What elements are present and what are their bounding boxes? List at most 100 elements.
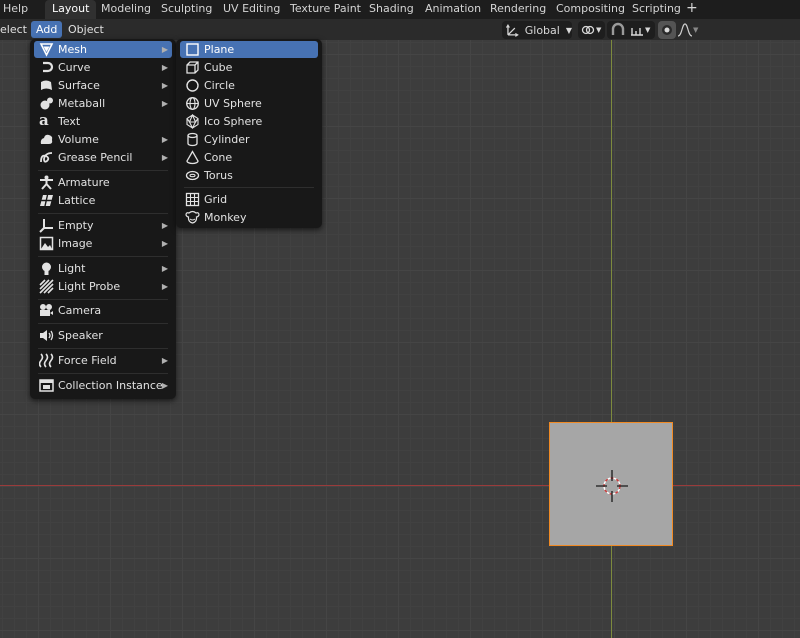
- menu-item-grid[interactable]: Grid: [180, 191, 318, 208]
- add-workspace-button[interactable]: +: [686, 0, 698, 19]
- tab-shading[interactable]: Shading: [362, 0, 421, 19]
- menu-item-light[interactable]: Light ▶: [34, 260, 172, 277]
- menu-separator: [184, 187, 314, 188]
- menu-item-armature[interactable]: Armature: [34, 174, 172, 191]
- speaker-icon: [40, 330, 54, 341]
- plane-icon: [186, 43, 199, 56]
- menu-item-text[interactable]: a Text: [34, 113, 172, 130]
- submenu-arrow-icon: ▶: [161, 81, 168, 90]
- grease-pencil-icon: [40, 152, 53, 163]
- falloff-dropdown[interactable]: ▼: [677, 21, 701, 39]
- chevron-down-icon: ▼: [596, 26, 602, 34]
- submenu-arrow-icon: ▶: [161, 63, 168, 72]
- menu-item-volume[interactable]: Volume ▶: [34, 131, 172, 148]
- light-probe-icon: [39, 279, 54, 294]
- circle-icon: [186, 79, 199, 92]
- menu-item-surface[interactable]: Surface ▶: [34, 77, 172, 94]
- cone-icon: [186, 150, 199, 165]
- submenu-arrow-icon: ▶: [161, 221, 168, 230]
- menu-item-force-field[interactable]: Force Field ▶: [34, 352, 172, 369]
- submenu-arrow-icon: ▶: [161, 45, 168, 54]
- orientation-icon: [506, 24, 519, 37]
- y-axis-line: [611, 40, 612, 638]
- proportional-editing-icon: [662, 25, 672, 35]
- chevron-down-icon: ▼: [645, 26, 651, 34]
- tab-layout[interactable]: Layout: [45, 0, 97, 19]
- force-field-icon: [39, 353, 54, 368]
- help-menu[interactable]: Help: [3, 0, 28, 19]
- camera-icon: [40, 304, 53, 316]
- tab-sculpting[interactable]: Sculpting: [154, 0, 219, 19]
- tab-modeling[interactable]: Modeling: [94, 0, 158, 19]
- menu-item-uv-sphere[interactable]: UV Sphere: [180, 95, 318, 112]
- menu-item-mesh[interactable]: Mesh ▶: [34, 41, 172, 58]
- menu-item-torus[interactable]: Torus: [180, 167, 318, 184]
- lattice-icon: [40, 194, 53, 207]
- select-menu[interactable]: elect: [0, 21, 32, 38]
- menu-item-cube[interactable]: Cube: [180, 59, 318, 76]
- menu-separator: [38, 373, 168, 374]
- submenu-arrow-icon: ▶: [161, 99, 168, 108]
- menu-separator: [38, 323, 168, 324]
- menu-item-plane[interactable]: Plane: [180, 41, 318, 58]
- orientation-label: Global: [524, 23, 560, 37]
- mesh-icon: [39, 43, 54, 57]
- empty-icon: [39, 219, 53, 233]
- mesh-submenu-panel: Plane Cube Circle UV Sphere Ico Sphere C…: [176, 39, 322, 228]
- submenu-arrow-icon: ▶: [161, 282, 168, 291]
- submenu-arrow-icon: ▶: [161, 381, 168, 390]
- menu-item-collection-instance[interactable]: Collection Instance ▶: [34, 377, 172, 394]
- menu-item-camera[interactable]: Camera: [34, 302, 172, 319]
- menu-item-monkey[interactable]: Monkey: [180, 209, 318, 226]
- menu-separator: [38, 348, 168, 349]
- light-bulb-icon: [42, 262, 51, 275]
- menu-item-cylinder[interactable]: Cylinder: [180, 131, 318, 148]
- surface-icon: [41, 80, 52, 90]
- menu-separator: [38, 256, 168, 257]
- menu-item-empty[interactable]: Empty ▶: [34, 217, 172, 234]
- menu-item-curve[interactable]: Curve ▶: [34, 59, 172, 76]
- submenu-arrow-icon: ▶: [161, 356, 168, 365]
- menu-separator: [38, 213, 168, 214]
- tab-uv-editing[interactable]: UV Editing: [216, 0, 287, 19]
- menu-item-ico-sphere[interactable]: Ico Sphere: [180, 113, 318, 130]
- snapping-widget[interactable]: ▼: [607, 21, 655, 39]
- menu-item-grease-pencil[interactable]: Grease Pencil ▶: [34, 149, 172, 166]
- snap-increment-icon: [631, 28, 643, 36]
- menu-item-light-probe[interactable]: Light Probe ▶: [34, 278, 172, 295]
- menu-item-cone[interactable]: Cone: [180, 149, 318, 166]
- submenu-arrow-icon: ▶: [161, 239, 168, 248]
- tab-rendering[interactable]: Rendering: [483, 0, 553, 19]
- menu-separator: [38, 170, 168, 171]
- add-menu-panel: Mesh ▶ Curve ▶ Surface ▶ Metaball ▶ a Te…: [30, 39, 176, 399]
- menu-item-circle[interactable]: Circle: [180, 77, 318, 94]
- grid-icon: [185, 192, 200, 207]
- text-icon: a: [39, 111, 49, 129]
- falloff-curve-icon: [677, 23, 693, 37]
- proportional-editing-toggle[interactable]: [658, 21, 676, 39]
- menu-item-image[interactable]: Image ▶: [34, 235, 172, 252]
- tab-animation[interactable]: Animation: [418, 0, 488, 19]
- monkey-icon: [185, 210, 200, 224]
- image-icon: [39, 236, 54, 251]
- x-axis-line: [0, 485, 800, 486]
- tab-scripting[interactable]: Scripting: [625, 0, 688, 19]
- viewport-header: elect Add Object Global ▼ ▼ ▼ ▼: [0, 19, 800, 40]
- tab-texture-paint[interactable]: Texture Paint: [283, 0, 368, 19]
- torus-icon: [185, 170, 200, 181]
- object-menu[interactable]: Object: [63, 21, 109, 38]
- add-menu[interactable]: Add: [31, 21, 63, 38]
- chevron-down-icon: ▼: [693, 26, 699, 34]
- tab-compositing[interactable]: Compositing: [549, 0, 632, 19]
- curve-icon: [43, 61, 54, 73]
- ico-sphere-icon: [186, 114, 199, 129]
- transform-orientation-dropdown[interactable]: Global ▼: [502, 21, 572, 39]
- cube-icon: [186, 61, 199, 74]
- pivot-point-dropdown[interactable]: ▼: [578, 21, 605, 39]
- menu-item-metaball[interactable]: Metaball ▶: [34, 95, 172, 112]
- armature-icon: [40, 175, 53, 190]
- 3d-cursor-icon[interactable]: [596, 470, 628, 502]
- menu-item-speaker[interactable]: Speaker: [34, 327, 172, 344]
- menu-item-lattice[interactable]: Lattice: [34, 192, 172, 209]
- uv-sphere-icon: [186, 97, 199, 110]
